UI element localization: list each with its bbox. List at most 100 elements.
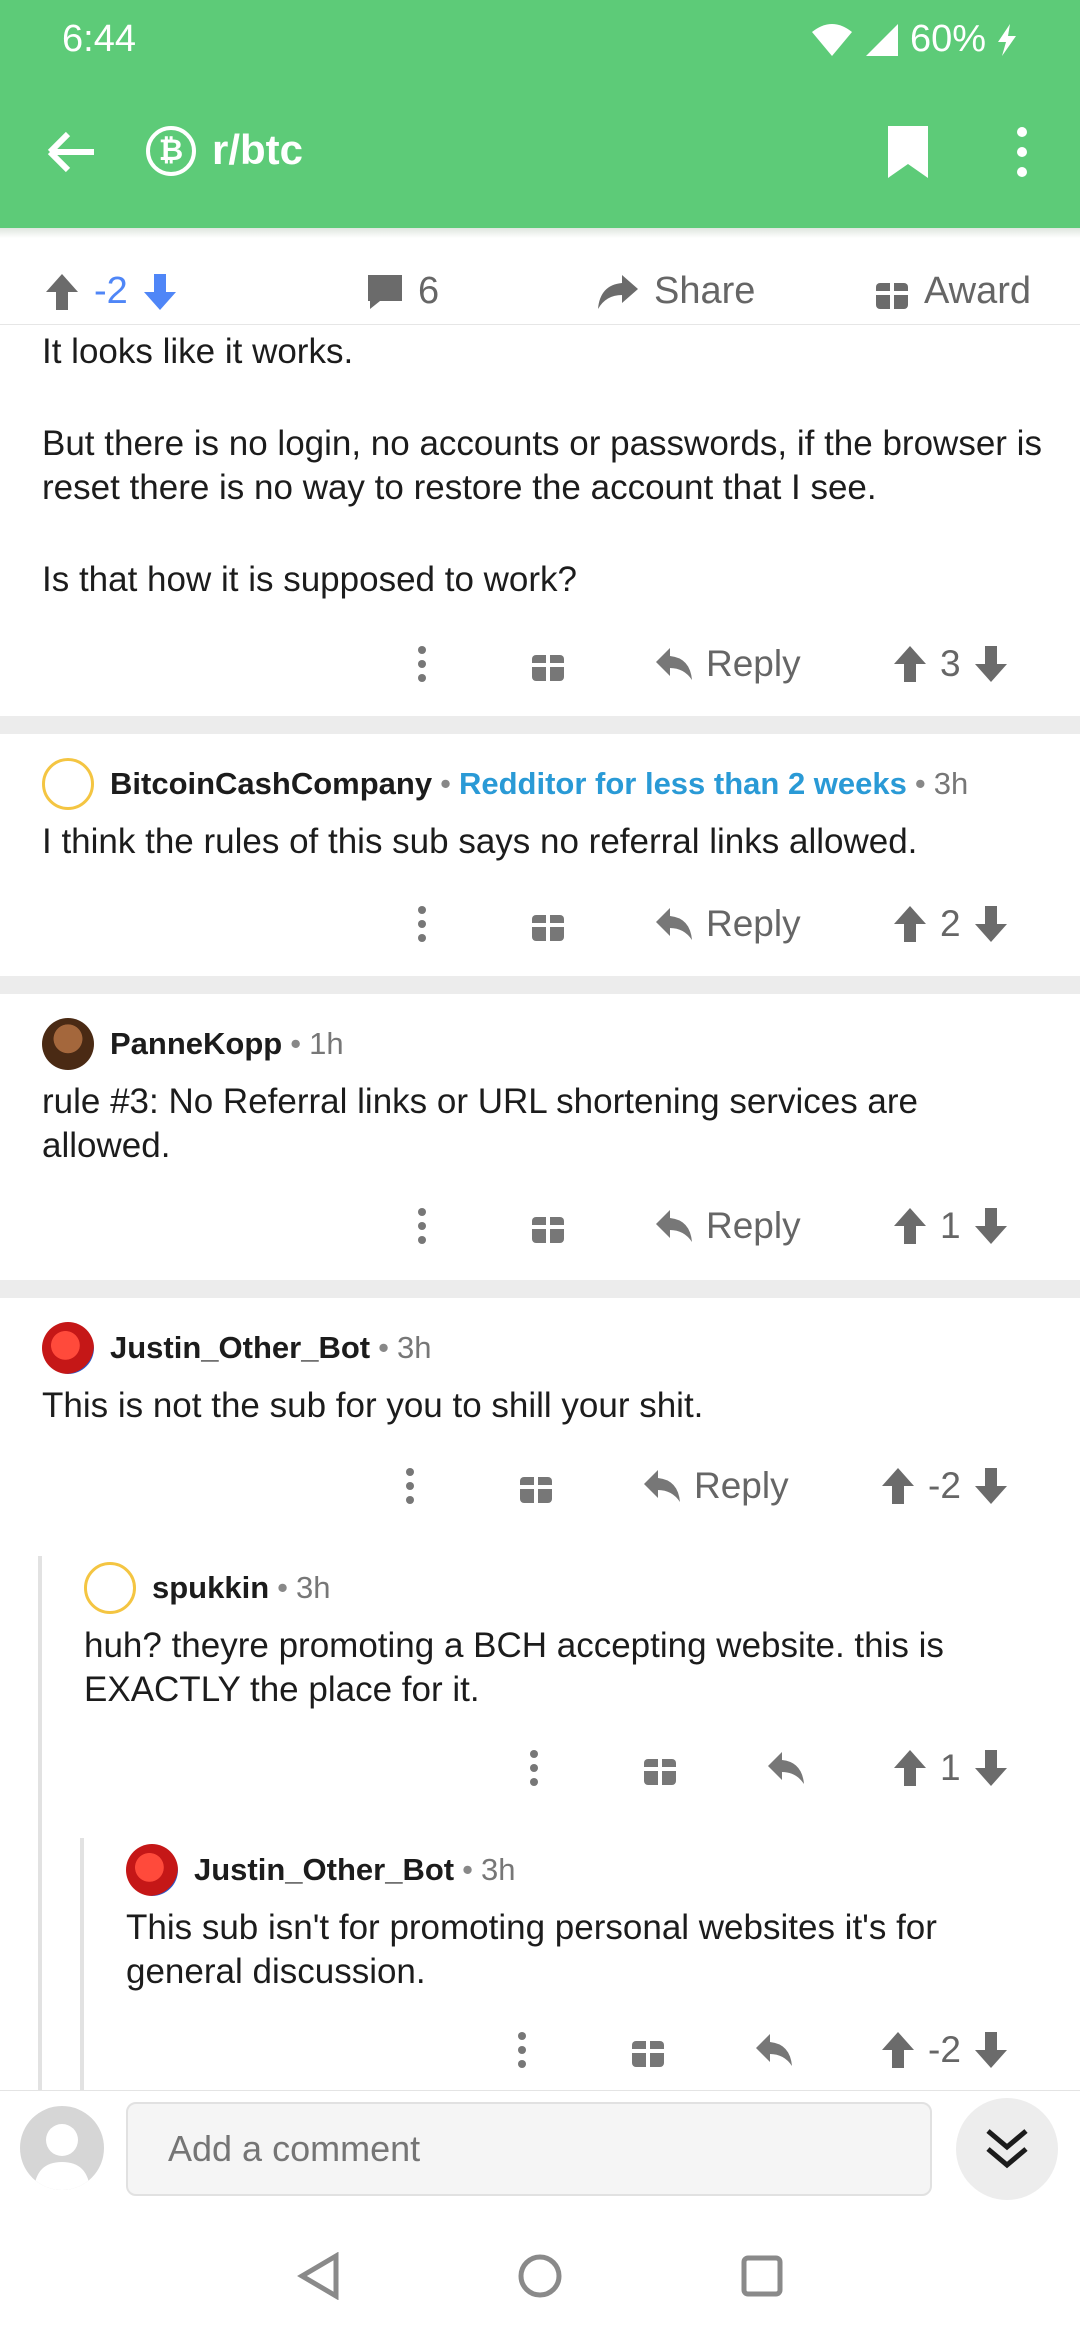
more-options-icon[interactable] bbox=[412, 896, 432, 952]
meta-dot: • bbox=[462, 1852, 473, 1887]
thread-line[interactable] bbox=[38, 1556, 42, 2090]
reply-icon[interactable] bbox=[766, 1740, 806, 1796]
status-icons: 60% bbox=[810, 18, 1018, 61]
battery-level: 60% bbox=[909, 18, 986, 60]
more-options-icon[interactable] bbox=[512, 2022, 532, 2078]
reply-label: Reply bbox=[706, 1205, 801, 1246]
comment-paragraph: Is that how it is supposed to work? bbox=[42, 560, 577, 599]
upvote-icon[interactable] bbox=[892, 904, 928, 944]
vote-widget: 1 bbox=[892, 1198, 1009, 1254]
downvote-icon[interactable] bbox=[973, 1206, 1009, 1246]
gift-icon[interactable] bbox=[518, 1458, 554, 1514]
gift-icon[interactable] bbox=[530, 636, 566, 692]
reply-button[interactable]: Reply bbox=[642, 1458, 789, 1514]
more-options-icon[interactable] bbox=[524, 1740, 544, 1796]
upvote-icon[interactable] bbox=[880, 1466, 916, 1506]
nav-recents-icon[interactable] bbox=[740, 2254, 784, 2298]
avatar[interactable] bbox=[126, 1844, 178, 1896]
gift-icon[interactable] bbox=[642, 1740, 678, 1796]
comment-actions: -2 bbox=[0, 2022, 1080, 2078]
reply-icon bbox=[656, 1210, 692, 1242]
username[interactable]: Justin_Other_Bot bbox=[110, 1330, 370, 1366]
username[interactable]: BitcoinCashCompany bbox=[110, 766, 432, 802]
reply-icon bbox=[656, 908, 692, 940]
upvote-icon[interactable] bbox=[892, 644, 928, 684]
vote-widget: -2 bbox=[880, 1458, 1009, 1514]
share-button[interactable]: Share bbox=[596, 270, 755, 313]
jump-down-button[interactable] bbox=[956, 2098, 1058, 2200]
reply-icon[interactable] bbox=[754, 2022, 794, 2078]
more-options-icon[interactable] bbox=[412, 1198, 432, 1254]
reply-button[interactable]: Reply bbox=[654, 896, 801, 952]
share-icon bbox=[598, 274, 638, 309]
avatar[interactable] bbox=[42, 1322, 94, 1374]
nav-home-icon[interactable] bbox=[516, 2252, 564, 2300]
avatar[interactable] bbox=[84, 1562, 136, 1614]
comment-score: 2 bbox=[940, 903, 961, 944]
share-label: Share bbox=[654, 270, 756, 312]
overflow-menu-icon[interactable] bbox=[1012, 126, 1032, 178]
app-header: 6:44 60% ₿ r/btc bbox=[0, 0, 1080, 228]
status-time: 6:44 bbox=[62, 18, 136, 60]
comment-actions: Reply 1 bbox=[0, 1198, 1080, 1254]
more-options-icon[interactable] bbox=[400, 1458, 420, 1514]
vote-widget: -2 bbox=[880, 2022, 1009, 2078]
username[interactable]: spukkin bbox=[152, 1570, 269, 1606]
reply-button[interactable]: Reply bbox=[654, 1198, 801, 1254]
comment-body: This sub isn't for promoting personal we… bbox=[126, 1908, 937, 1991]
comment-body: rule #3: No Referral links or URL shorte… bbox=[42, 1082, 919, 1165]
comment-score: 3 bbox=[940, 643, 961, 684]
downvote-icon[interactable] bbox=[142, 272, 178, 312]
avatar[interactable] bbox=[42, 1018, 94, 1070]
comment-actions: 1 bbox=[0, 1740, 1080, 1796]
comment-age: 1h bbox=[309, 1026, 344, 1061]
gift-icon[interactable] bbox=[630, 2022, 666, 2078]
more-options-icon[interactable] bbox=[412, 636, 432, 692]
comment-age: 3h bbox=[933, 766, 969, 801]
meta-dot: • bbox=[290, 1026, 302, 1061]
downvote-icon[interactable] bbox=[973, 904, 1009, 944]
username[interactable]: PanneKopp bbox=[110, 1026, 282, 1062]
upvote-icon[interactable] bbox=[892, 1748, 928, 1788]
comment-age: 3h bbox=[296, 1570, 331, 1605]
post-score: -2 bbox=[94, 270, 128, 312]
comment-actions: Reply 2 bbox=[0, 896, 1080, 952]
user-flair: Redditor for less than 2 weeks bbox=[458, 766, 907, 801]
avatar[interactable] bbox=[42, 758, 94, 810]
gift-icon[interactable] bbox=[530, 896, 566, 952]
comment-icon bbox=[368, 274, 402, 309]
downvote-icon[interactable] bbox=[973, 1748, 1009, 1788]
upvote-icon[interactable] bbox=[880, 2030, 916, 2070]
comment-separator bbox=[0, 1280, 1080, 1298]
comment-score: -2 bbox=[928, 2029, 961, 2070]
subreddit-title[interactable]: r/btc bbox=[212, 126, 303, 174]
wifi-icon bbox=[811, 23, 852, 56]
upvote-icon[interactable] bbox=[892, 1206, 928, 1246]
comment-separator bbox=[0, 976, 1080, 994]
comment-paragraph: But there is no login, no accounts or pa… bbox=[42, 424, 1042, 507]
comment-age: 3h bbox=[480, 1852, 516, 1887]
downvote-icon[interactable] bbox=[973, 2030, 1009, 2070]
user-avatar[interactable] bbox=[20, 2106, 104, 2190]
downvote-icon[interactable] bbox=[973, 644, 1009, 684]
nav-back-icon[interactable] bbox=[296, 2252, 342, 2300]
username[interactable]: Justin_Other_Bot bbox=[194, 1852, 454, 1888]
reply-icon bbox=[656, 648, 692, 680]
award-button[interactable]: Award bbox=[874, 270, 1031, 313]
bookmark-icon[interactable] bbox=[886, 124, 930, 180]
upvote-icon[interactable] bbox=[44, 272, 80, 312]
reply-label: Reply bbox=[706, 903, 801, 944]
system-nav-bar bbox=[0, 2210, 1080, 2340]
gift-icon[interactable] bbox=[530, 1198, 566, 1254]
header-shadow bbox=[0, 228, 1080, 238]
comment-meta: Justin_Other_Bot • 3h bbox=[194, 1852, 515, 1888]
meta-dot: • bbox=[914, 766, 926, 801]
reply-button[interactable]: Reply bbox=[654, 636, 801, 692]
comments-button[interactable]: 6 bbox=[366, 270, 439, 313]
divider bbox=[0, 324, 1080, 325]
downvote-icon[interactable] bbox=[973, 1466, 1009, 1506]
vote-widget: 1 bbox=[892, 1740, 1009, 1796]
back-arrow-icon[interactable] bbox=[46, 130, 98, 174]
comment-input[interactable] bbox=[126, 2102, 932, 2196]
comment-meta: Justin_Other_Bot • 3h bbox=[110, 1330, 431, 1366]
